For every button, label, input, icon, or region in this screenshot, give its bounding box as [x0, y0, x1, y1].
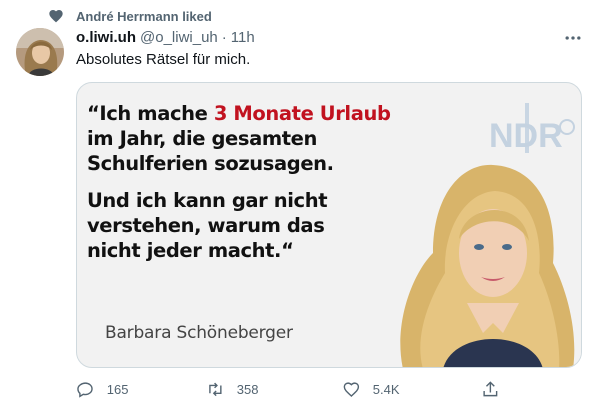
user-handle[interactable]: @o_liwi_uh — [140, 29, 218, 46]
reply-button[interactable]: 165 — [76, 378, 128, 400]
more-button[interactable] — [560, 28, 586, 48]
retweet-icon — [209, 382, 222, 396]
action-bar: 165 358 5.4K — [76, 378, 506, 400]
retweet-count: 358 — [236, 381, 259, 397]
timestamp[interactable]: 11h — [231, 29, 255, 46]
tweet-media[interactable]: NDR “Ich mache 3 Monate Urlaub im Jahr, d… — [76, 82, 582, 368]
quote-line-4: Und ich kann gar nicht — [87, 189, 328, 212]
retweet-button[interactable]: 358 — [206, 378, 258, 400]
quote-line-5: verstehen, warum das — [87, 214, 325, 237]
display-name[interactable]: o.liwi.uh — [76, 29, 136, 46]
more-icon — [565, 36, 581, 40]
quote-open-mark: “ — [87, 102, 100, 125]
ndr-logo-text: NDR — [489, 117, 563, 155]
like-icon — [343, 382, 360, 397]
like-count: 5.4K — [372, 381, 400, 397]
quote-highlight: 3 Monate Urlaub — [213, 102, 391, 125]
quote-line-1: Ich mache — [99, 102, 214, 125]
separator-dot: · — [221, 29, 227, 46]
social-context-text[interactable]: André Herrmann liked — [76, 9, 212, 24]
social-context[interactable]: André Herrmann liked — [48, 8, 212, 24]
tweet-header: o.liwi.uh @o_liwi_uh · 11h — [76, 29, 255, 46]
share-icon — [483, 380, 498, 396]
quote-line-3: Schulferien sozusagen. — [87, 152, 334, 175]
tweet-text: Absolutes Rätsel für mich. — [76, 51, 251, 68]
like-button[interactable]: 5.4K — [342, 378, 400, 400]
quote-author: Barbara Schöneberger — [105, 323, 293, 343]
quote-text: “Ich mache 3 Monate Urlaub im Jahr, die g… — [87, 101, 427, 263]
reply-count: 165 — [106, 381, 129, 397]
reply-icon — [77, 382, 93, 398]
avatar[interactable] — [16, 28, 64, 76]
quote-line-2: im Jahr, die gesamten — [87, 127, 317, 150]
heart-icon — [49, 10, 63, 23]
quote-line-6: nicht jeder macht.“ — [87, 239, 294, 262]
share-button[interactable] — [481, 378, 500, 400]
avatar-image — [16, 28, 64, 76]
